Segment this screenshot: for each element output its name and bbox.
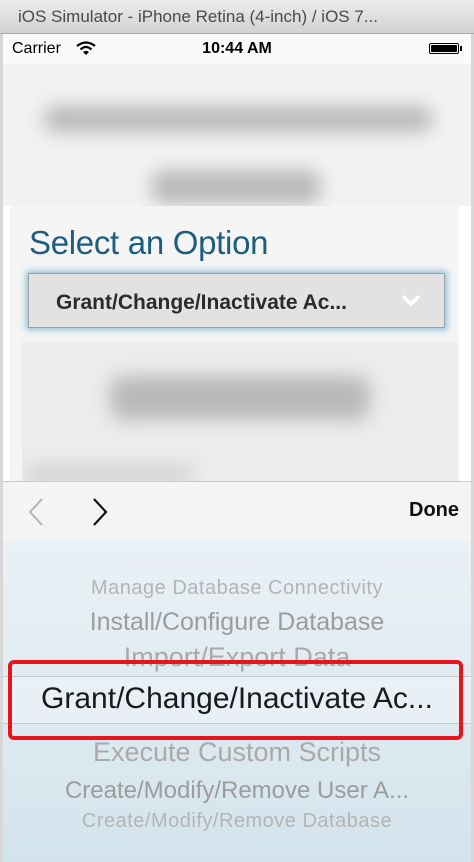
battery-icon [429,43,462,54]
option-form: Select an Option Grant/Change/Inactivate… [10,206,459,482]
blurred-card [22,342,458,482]
picker-row[interactable]: Create/Modify/Remove Database [3,810,471,833]
option-select[interactable]: Grant/Change/Inactivate Ac... [28,273,445,328]
picker-row[interactable]: Manage Database Connectivity [3,577,471,600]
picker-row[interactable]: Execute Custom Scripts [3,737,471,768]
status-bar: Carrier 10:44 AM [3,34,471,64]
done-button[interactable]: Done [409,499,459,522]
chevron-down-icon [402,294,420,312]
option-select-value: Grant/Change/Inactivate Ac... [56,291,347,314]
blurred-header [3,64,471,206]
page-title: Select an Option [29,224,269,261]
chevron-right-icon[interactable] [89,496,111,533]
simulator-window-title: iOS Simulator - iPhone Retina (4-inch) /… [0,0,474,34]
chevron-left-icon[interactable] [25,496,47,533]
red-highlight-annotation [8,660,463,740]
picker-row[interactable]: Create/Modify/Remove User A... [3,777,471,805]
status-time: 10:44 AM [202,40,272,57]
picker-row[interactable] [3,545,471,562]
picker-row[interactable]: Install/Configure Database [3,608,471,637]
keyboard-accessory-toolbar: Done [3,481,471,541]
